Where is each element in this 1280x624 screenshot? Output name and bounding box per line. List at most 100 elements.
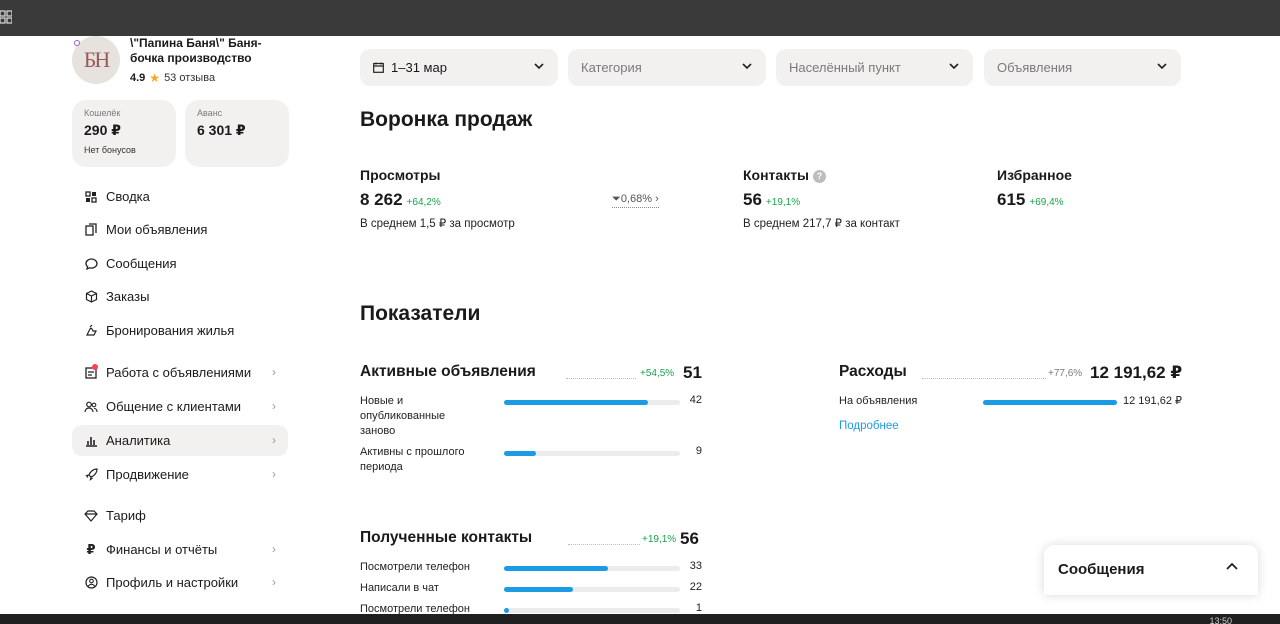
views-value: 8 262 +64,2% (360, 190, 441, 210)
row-value: 22 (689, 581, 702, 593)
shop-rating[interactable]: 4.9 ★ 53 отзыва (130, 71, 215, 85)
progress-bar (504, 400, 680, 405)
sidebar-item-summary[interactable]: Сводка (72, 181, 288, 212)
chevron-right-icon: › (272, 542, 276, 556)
row-value: 1 (695, 602, 702, 614)
ruble-icon: ₽ (86, 541, 96, 557)
hand-icon (84, 324, 98, 338)
locality-select[interactable]: Населённый пункт (776, 49, 973, 86)
copy-icon (84, 223, 98, 237)
sidebar-item-label: Работа с объявлениями (106, 365, 252, 380)
window-topbar (0, 0, 1280, 36)
chevron-right-icon: › (272, 467, 276, 481)
sidebar-item-label: Продвижение (106, 467, 189, 482)
contacts-title-text: Контакты (743, 167, 810, 183)
row-value: 12 191,62 ₽ (1123, 395, 1182, 407)
active-ads-title: Активные объявления (360, 363, 536, 380)
messages-panel-title: Сообщения (1058, 561, 1145, 578)
date-filter[interactable]: 1–31 мар (360, 49, 558, 86)
progress-fill (983, 400, 1117, 405)
sidebar-item-ads-work[interactable]: Работа с объявлениями › (72, 357, 288, 388)
chevron-right-icon: › (272, 433, 276, 447)
favorites-value: 615 +69,4% (997, 190, 1064, 210)
sidebar-item-clients[interactable]: Общение с клиентами › (72, 391, 288, 422)
received-contacts-title: Полученные контакты (360, 529, 533, 546)
funnel-title: Воронка продаж (360, 108, 533, 131)
contacts-value: 56 +19,1% (743, 190, 800, 210)
contacts-average: В среднем 217,7 ₽ за контакт (743, 218, 900, 230)
chevron-up-icon[interactable] (1224, 559, 1240, 575)
box-icon (84, 290, 98, 304)
profile-icon (84, 576, 98, 590)
sidebar-item-promotion[interactable]: Продвижение › (72, 459, 288, 490)
shop-name[interactable]: \"Папина Баня\" Баня-бочка производство (130, 36, 290, 66)
rating-score: 4.9 (130, 72, 146, 84)
wallet-bonus: Нет бонусов (84, 145, 136, 155)
row-label: Написали в чат (360, 582, 439, 594)
sidebar-item-label: Профиль и настройки (106, 575, 239, 590)
taskbar-clock: 13:50 (1209, 616, 1232, 624)
chevron-down-icon (534, 63, 544, 70)
more-link[interactable]: Подробнее (839, 420, 899, 432)
sidebar-item-my-ads[interactable]: Мои объявления (72, 214, 288, 245)
conversion-value: 0,68% (620, 193, 653, 205)
views-change: +64,2% (406, 197, 441, 208)
wallet-card[interactable]: Кошелёк 290 ₽ Нет бонусов (72, 100, 176, 167)
progress-fill (504, 587, 573, 592)
row-label: На объявления (839, 395, 918, 407)
advance-card[interactable]: Аванс 6 301 ₽ (185, 100, 289, 167)
favorites-change: +69,4% (1029, 197, 1064, 208)
sidebar-item-label: Заказы (106, 289, 150, 304)
sidebar-item-label: Финансы и отчёты (106, 542, 218, 557)
grid-icon (84, 190, 98, 204)
row-label: Активны с прошлого периода (360, 446, 465, 473)
category-select[interactable]: Категория (568, 49, 766, 86)
chevron-down-icon (949, 63, 959, 70)
row-label: Новые и опубликованные заново (360, 395, 446, 437)
sidebar-item-label: Общение с клиентами (106, 399, 242, 414)
chevron-right-icon: › (272, 399, 276, 413)
sidebar-item-profile[interactable]: Профиль и настройки › (72, 567, 288, 598)
ads-placeholder: Объявления (997, 60, 1073, 75)
contacts-change: +19,1% (765, 197, 801, 208)
date-filter-value: 1–31 мар (391, 60, 447, 75)
sidebar-item-orders[interactable]: Заказы (72, 281, 288, 312)
sidebar-item-analytics[interactable]: Аналитика › (72, 425, 288, 456)
calendar-icon (373, 62, 384, 73)
funnel-icon: ⏷ (612, 193, 621, 205)
active-ads-total: 51 (683, 363, 702, 382)
received-contacts-change: +19,1% (642, 534, 677, 545)
sidebar-item-messages[interactable]: Сообщения (72, 248, 288, 279)
divider (922, 378, 1046, 379)
sidebar-item-label: Тариф (106, 508, 146, 523)
rocket-icon (84, 468, 98, 482)
indicators-title: Показатели (360, 302, 481, 325)
progress-fill (504, 608, 510, 613)
advance-label: Аванс (197, 108, 223, 118)
progress-bar (504, 566, 680, 571)
apps-grid-icon[interactable] (0, 10, 12, 24)
conversion-rate[interactable]: ⏷0,68% › (612, 193, 659, 208)
favorites-number: 615 (997, 190, 1026, 209)
contacts-number: 56 (743, 190, 762, 209)
expenses-title: Расходы (839, 363, 907, 380)
views-average: В среднем 1,5 ₽ за просмотр (360, 218, 515, 230)
chevron-right-icon: › (655, 193, 659, 205)
wallet-label: Кошелёк (84, 108, 121, 118)
views-title: Просмотры (360, 167, 441, 183)
tasks-icon (84, 363, 98, 380)
row-value: 42 (689, 394, 702, 406)
ads-select[interactable]: Объявления (984, 49, 1181, 86)
progress-fill (504, 451, 536, 456)
chart-icon (84, 434, 98, 448)
views-number: 8 262 (360, 190, 403, 209)
sidebar-item-label: Сообщения (106, 256, 177, 271)
progress-bar (504, 451, 680, 456)
messages-panel[interactable]: Сообщения (1044, 545, 1258, 595)
sidebar-item-label: Бронирования жилья (106, 323, 235, 338)
advance-value: 6 301 ₽ (197, 122, 246, 138)
sidebar-item-bookings[interactable]: Бронирования жилья (72, 315, 288, 346)
sidebar-item-finance[interactable]: ₽ Финансы и отчёты › (72, 534, 288, 565)
sidebar-item-tariff[interactable]: Тариф (72, 500, 288, 531)
help-icon[interactable]: ? (813, 169, 827, 183)
